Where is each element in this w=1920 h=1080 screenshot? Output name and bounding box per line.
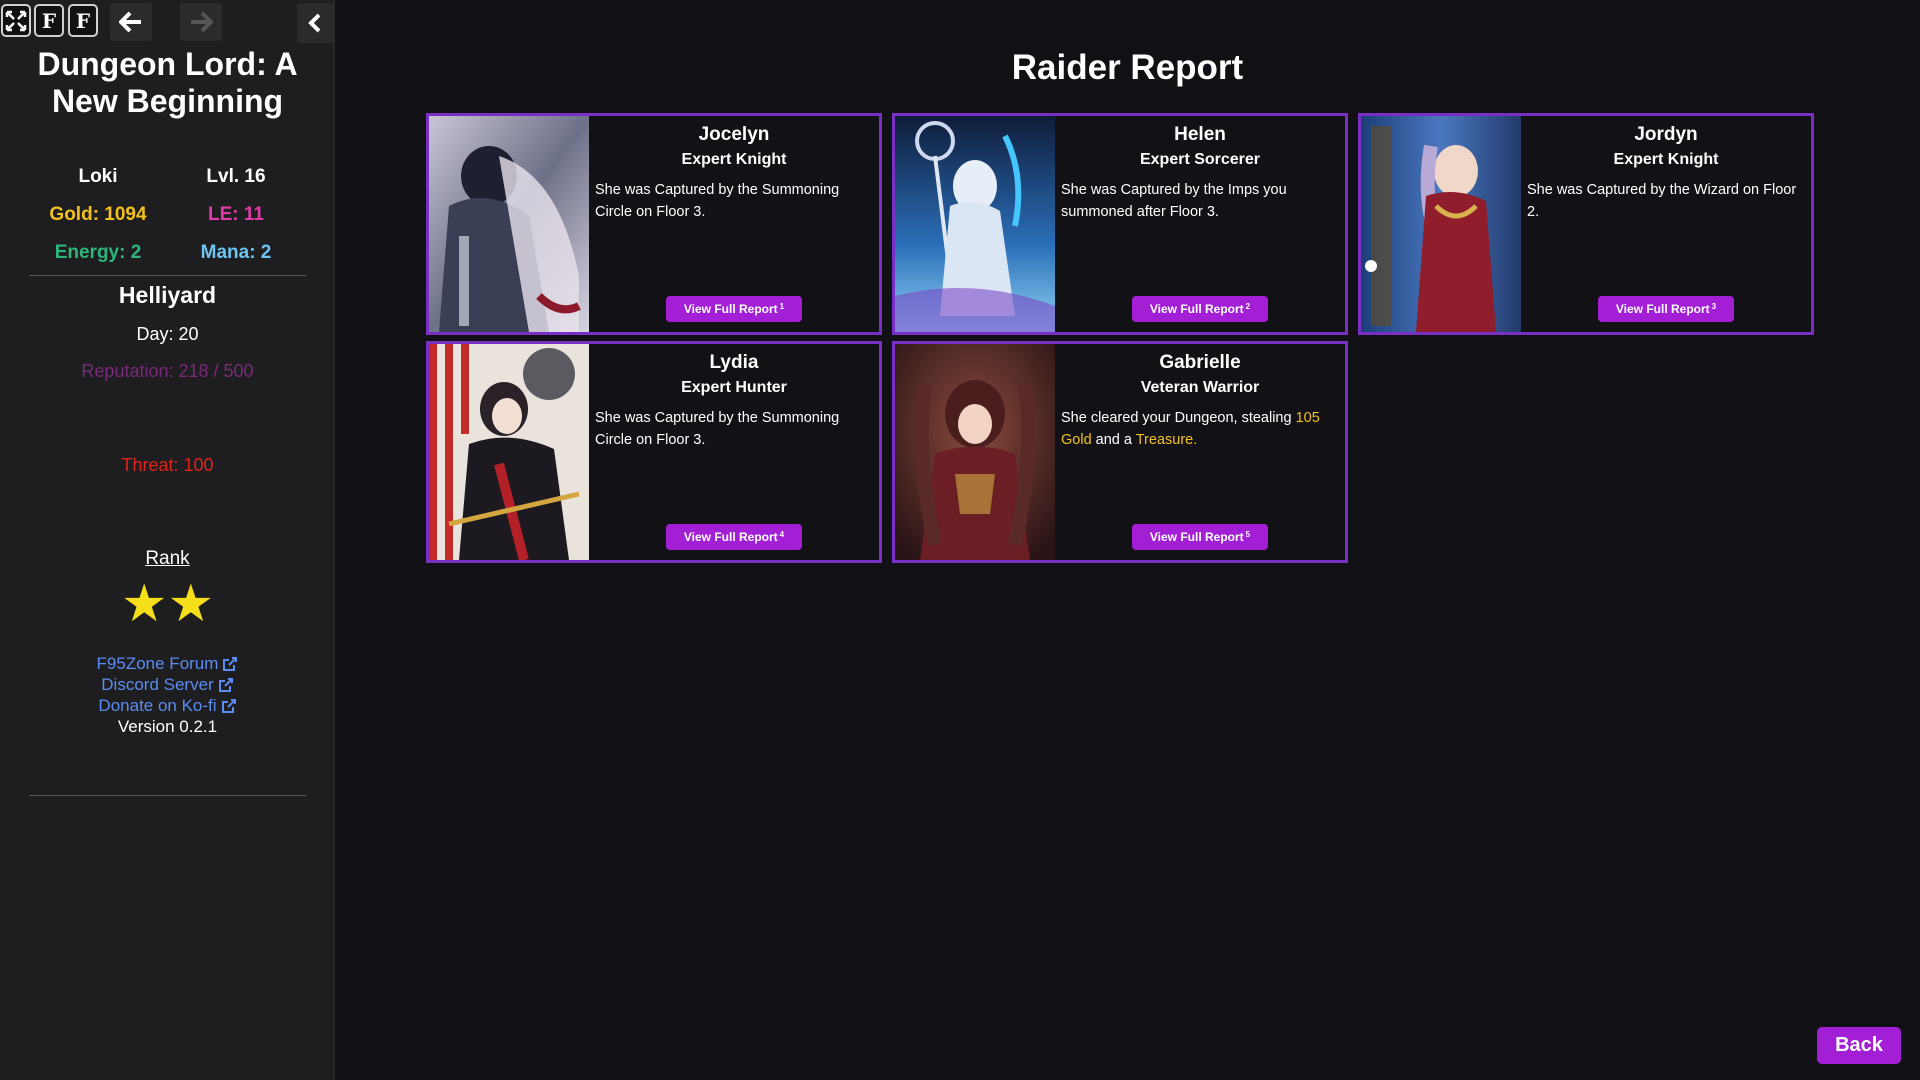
link-f95zone[interactable]: F95Zone Forum xyxy=(0,654,335,674)
threat-stat: Threat: 100 xyxy=(121,455,214,475)
raider-card-helen: Helen Expert Sorcerer She was Captured b… xyxy=(892,113,1348,335)
raider-name: Jordyn xyxy=(1634,124,1698,145)
back-arrow-button[interactable] xyxy=(110,3,152,41)
raider-class: Expert Sorcerer xyxy=(1139,151,1261,168)
button-label: View Full Report xyxy=(1615,302,1710,316)
divider xyxy=(29,275,306,276)
reputation-stat: Reputation: 218 / 500 xyxy=(81,361,254,381)
raider-name: Lydia xyxy=(709,352,759,373)
button-label: View Full Report xyxy=(1149,302,1244,316)
treasure-label: Treasure. xyxy=(1135,431,1198,448)
version-label: Version 0.2.1 xyxy=(117,717,218,736)
view-full-report-button-2[interactable]: View Full Report 2 xyxy=(1132,296,1268,322)
toolbar: F F xyxy=(0,0,335,46)
divider xyxy=(29,795,306,796)
view-full-report-button-3[interactable]: View Full Report 3 xyxy=(1598,296,1734,322)
game-title-line2: New Beginning xyxy=(51,83,284,119)
button-label: View Full Report xyxy=(683,530,778,544)
raider-description: She was Captured by the Wizard on Floor … xyxy=(1527,182,1797,220)
view-full-report-button-5[interactable]: View Full Report 5 xyxy=(1132,524,1268,550)
desc-text: and a xyxy=(1091,431,1136,448)
day-counter: Day: 20 xyxy=(136,324,199,344)
portrait-lydia xyxy=(429,344,589,560)
back-button[interactable]: Back xyxy=(1817,1027,1901,1064)
raider-name: Jocelyn xyxy=(698,124,770,145)
sidebar: F F Dungeon Lord: A New Beginning Loki L… xyxy=(0,0,335,1080)
raider-card-jocelyn: Jocelyn Expert Knight She was Captured b… xyxy=(426,113,882,335)
game-title-line1: Dungeon Lord: A xyxy=(37,46,298,82)
rank-stars: ★★ xyxy=(120,575,215,633)
hotkey-number: 5 xyxy=(1245,529,1251,539)
raider-class: Expert Knight xyxy=(681,151,787,168)
rank-label: Rank xyxy=(145,548,190,569)
mana-stat: Mana: 2 xyxy=(200,242,272,263)
view-full-report-button-4[interactable]: View Full Report 4 xyxy=(666,524,802,550)
raider-card-lydia: Lydia Expert Hunter She was Captured by … xyxy=(426,341,882,563)
external-link-icon xyxy=(223,657,238,671)
font-small-icon[interactable]: F xyxy=(68,4,98,37)
portrait-jocelyn xyxy=(429,116,589,332)
le-stat: LE: 11 xyxy=(208,204,264,225)
button-label: View Full Report xyxy=(683,302,778,316)
raider-card-jordyn: Jordyn Expert Knight She was Captured by… xyxy=(1358,113,1814,335)
external-link-icon xyxy=(218,678,233,692)
player-level: Lvl. 16 xyxy=(206,166,266,187)
forward-arrow-button[interactable] xyxy=(180,3,222,41)
raider-info: Helen Expert Sorcerer She was Captured b… xyxy=(1055,116,1345,332)
raider-description: She was Captured by the Summoning Circle… xyxy=(595,182,840,220)
raider-description: She cleared your Dungeon, stealing 105 G… xyxy=(1061,408,1337,451)
external-link-icon xyxy=(221,699,236,713)
gold-stat: Gold: 1094 xyxy=(49,204,147,225)
button-label: View Full Report xyxy=(1149,530,1244,544)
font-icon[interactable]: F xyxy=(34,4,64,37)
raider-info: Lydia Expert Hunter She was Captured by … xyxy=(589,344,879,560)
page-title: Raider Report xyxy=(1011,48,1244,87)
raider-info: Jordyn Expert Knight She was Captured by… xyxy=(1521,116,1811,332)
collapse-sidebar-button[interactable] xyxy=(297,3,333,43)
raider-info: Jocelyn Expert Knight She was Captured b… xyxy=(589,116,879,332)
view-full-report-button-1[interactable]: View Full Report 1 xyxy=(666,296,802,322)
raider-card-gabrielle: Gabrielle Veteran Warrior She cleared yo… xyxy=(892,341,1348,563)
raider-class: Expert Hunter xyxy=(681,379,787,396)
game-title: Dungeon Lord: A New Beginning xyxy=(0,46,335,120)
portrait-jordyn xyxy=(1361,116,1521,332)
hotkey-number: 4 xyxy=(779,529,785,539)
hotkey-number: 1 xyxy=(779,301,785,311)
raider-info: Gabrielle Veteran Warrior She cleared yo… xyxy=(1055,344,1345,560)
link-label: F95Zone Forum xyxy=(96,654,219,673)
player-name: Loki xyxy=(78,166,118,187)
arrow-right-icon xyxy=(191,11,213,33)
portrait-gabrielle xyxy=(895,344,1055,560)
dungeon-name: Helliyard xyxy=(118,282,217,308)
arrow-left-icon xyxy=(119,11,141,33)
link-label: Discord Server xyxy=(101,675,214,694)
fullscreen-icon[interactable] xyxy=(1,4,31,37)
desc-text: She cleared your Dungeon, stealing xyxy=(1061,410,1296,426)
energy-stat: Energy: 2 xyxy=(54,242,142,263)
raider-description: She was Captured by the Summoning Circle… xyxy=(595,410,840,448)
raider-class: Expert Knight xyxy=(1613,151,1719,168)
link-discord[interactable]: Discord Server xyxy=(0,675,335,695)
raider-name: Helen xyxy=(1174,124,1226,145)
hotkey-number: 3 xyxy=(1711,301,1717,311)
chevron-left-icon xyxy=(308,13,321,33)
raider-class: Veteran Warrior xyxy=(1140,379,1260,396)
link-kofi[interactable]: Donate on Ko-fi xyxy=(0,696,335,716)
raider-description: She was Captured by the Imps you summone… xyxy=(1061,182,1287,220)
hotkey-number: 2 xyxy=(1245,301,1251,311)
link-label: Donate on Ko-fi xyxy=(98,696,217,715)
portrait-helen xyxy=(895,116,1055,332)
raider-name: Gabrielle xyxy=(1159,352,1241,373)
